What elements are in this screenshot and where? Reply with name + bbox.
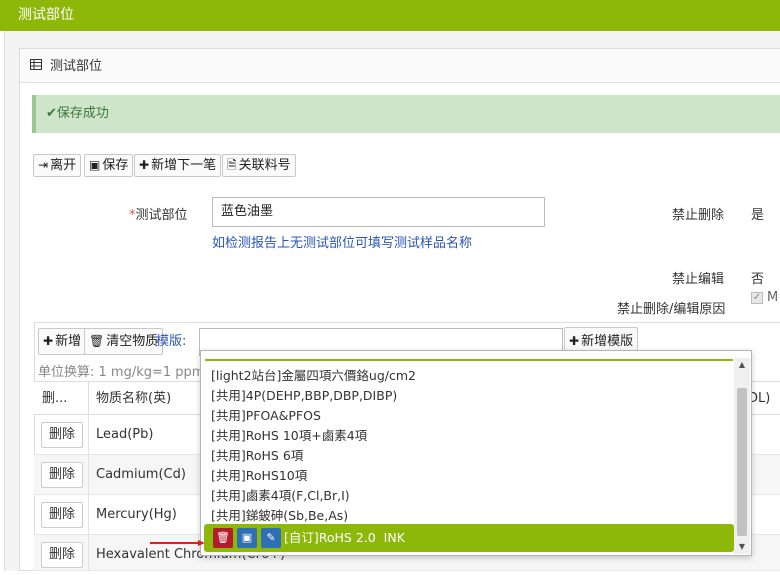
edit-icon[interactable]: ✎ bbox=[261, 528, 281, 548]
leave-button[interactable]: ⇥ 离开 bbox=[33, 154, 82, 177]
panel-title: 测试部位 bbox=[50, 59, 103, 74]
template-option[interactable]: [共用]PFOA&PFOS bbox=[211, 405, 321, 424]
scroll-up-icon[interactable]: ▲ bbox=[734, 360, 750, 372]
window-title: 测试部位 bbox=[0, 0, 780, 31]
floppy-icon: ▣ bbox=[89, 158, 101, 172]
col-name-en: 物质名称(英) bbox=[96, 391, 172, 406]
template-option[interactable]: [共用]鹵素4項(F,Cl,Br,I) bbox=[211, 485, 350, 504]
template-option-selected[interactable]: 🗑 ▣ ✎ [自订]RoHS 2.0 INK bbox=[204, 524, 734, 552]
row-name: Lead(Pb) bbox=[96, 427, 154, 442]
exit-icon: ⇥ bbox=[38, 158, 49, 172]
add-next-label: 新增下一笔 bbox=[151, 158, 217, 173]
trash-icon[interactable]: 🗑 bbox=[213, 528, 233, 548]
reason-checkbox[interactable]: ✓ bbox=[751, 292, 763, 304]
panel-header: 测试部位 bbox=[20, 49, 780, 83]
scroll-down-icon[interactable]: ▼ bbox=[734, 542, 750, 554]
scrollbar-thumb[interactable] bbox=[737, 388, 747, 536]
add-template-label: 新增模版 bbox=[581, 334, 634, 349]
plus-icon: ✚ bbox=[139, 158, 150, 172]
reason-checkbox-text: M bbox=[767, 290, 779, 305]
template-dropdown: [light2站台]金屬四項六價鉻ug/cm2 [共用]4P(DEHP,BBP,… bbox=[200, 350, 752, 556]
selected-template-label: [自订]RoHS 2.0 INK bbox=[284, 530, 405, 545]
success-alert: ✔保存成功 bbox=[32, 95, 780, 133]
related-part-button[interactable]: 🗎 关联料号 bbox=[222, 154, 296, 177]
add-material-button[interactable]: ✚ 新增 bbox=[38, 328, 87, 355]
row-delete-button[interactable]: 删除 bbox=[41, 462, 83, 488]
dropdown-scrollbar[interactable]: ▲ ▼ bbox=[734, 358, 750, 554]
floppy-icon[interactable]: ▣ bbox=[237, 528, 257, 548]
plus-icon: ✚ bbox=[43, 334, 54, 348]
document-icon: 🗎 bbox=[227, 158, 237, 172]
leave-label: 离开 bbox=[50, 158, 77, 173]
template-option[interactable]: [共用]4P(DEHP,BBP,DBP,DIBP) bbox=[211, 385, 397, 404]
part-hint: 如检测报告上无测试部位可填写测试样品名称 bbox=[212, 236, 473, 251]
add-next-button[interactable]: ✚ 新增下一笔 bbox=[134, 154, 222, 177]
template-option[interactable]: [共用]RoHS 10項+鹵素4項 bbox=[211, 425, 367, 444]
save-button[interactable]: ▣ 保存 bbox=[84, 154, 134, 177]
add-material-label: 新增 bbox=[55, 334, 82, 349]
row-name: Cadmium(Cd) bbox=[96, 467, 186, 482]
template-option[interactable]: [共用]銻鈹砷(Sb,Be,As) bbox=[211, 505, 348, 524]
plus-icon: ✚ bbox=[569, 334, 580, 348]
annotation-arrow-icon bbox=[150, 540, 205, 546]
unit-note: 单位换算: 1 mg/kg=1 ppm; bbox=[38, 365, 209, 380]
dropdown-partial-item bbox=[205, 351, 733, 361]
alert-text: 保存成功 bbox=[56, 106, 109, 121]
clear-materials-button[interactable]: 🗑 清空物质 bbox=[84, 328, 164, 355]
check-icon: ✔ bbox=[46, 106, 57, 121]
clear-materials-label: 清空物质 bbox=[106, 334, 159, 349]
row-delete-button[interactable]: 删除 bbox=[41, 502, 83, 528]
reason-label: 禁止删除/编辑原因 bbox=[617, 302, 726, 317]
no-edit-label: 禁止编辑 bbox=[672, 272, 725, 287]
related-part-label: 关联料号 bbox=[238, 158, 291, 173]
save-label: 保存 bbox=[102, 158, 129, 173]
part-label: *测试部位 bbox=[129, 208, 188, 223]
trash-icon: 🗑 bbox=[89, 334, 105, 348]
col-delete: 删... bbox=[42, 391, 68, 406]
no-delete-value[interactable]: 是 bbox=[751, 204, 764, 223]
template-option[interactable]: [light2站台]金屬四項六價鉻ug/cm2 bbox=[211, 365, 416, 384]
template-option[interactable]: [共用]RoHS10項 bbox=[211, 465, 307, 484]
table-icon bbox=[30, 49, 43, 83]
row-delete-button[interactable]: 删除 bbox=[41, 422, 83, 448]
row-name: Mercury(Hg) bbox=[96, 507, 177, 522]
part-input[interactable]: 蓝色油墨 bbox=[212, 197, 545, 227]
template-label: 模版: bbox=[156, 334, 187, 349]
template-option[interactable]: [共用]RoHS 6項 bbox=[211, 445, 303, 464]
no-edit-value[interactable]: 否 bbox=[751, 268, 764, 287]
no-delete-label: 禁止删除 bbox=[672, 208, 725, 223]
row-delete-button[interactable]: 删除 bbox=[41, 542, 83, 568]
